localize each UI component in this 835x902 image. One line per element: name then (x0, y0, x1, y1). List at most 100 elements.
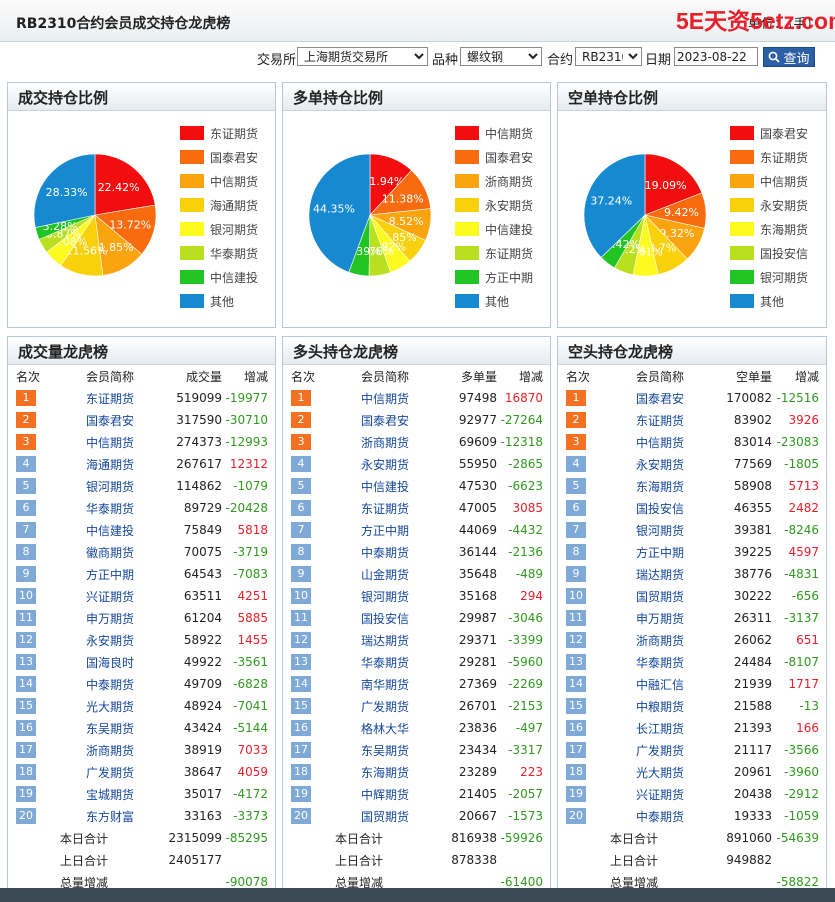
member-link[interactable]: 方正中期 (610, 541, 710, 563)
member-link[interactable]: 申万期货 (610, 607, 710, 629)
table-row: 16 东吴期货 43424 -5144 (8, 717, 275, 739)
member-link[interactable]: 华泰期货 (335, 651, 435, 673)
member-link[interactable]: 国贸期货 (610, 585, 710, 607)
member-link[interactable]: 中泰期货 (60, 673, 160, 695)
rank-badge: 12 (16, 632, 36, 648)
table-row: 9 瑞达期货 38776 -4831 (558, 563, 826, 585)
member-link[interactable]: 浙商期货 (60, 739, 160, 761)
table-row: 19 宝城期货 35017 -4172 (8, 783, 275, 805)
member-link[interactable]: 东海期货 (610, 475, 710, 497)
member-link[interactable]: 国泰君安 (60, 409, 160, 431)
member-link[interactable]: 光大期货 (610, 761, 710, 783)
member-link[interactable]: 瑞达期货 (335, 629, 435, 651)
member-link[interactable]: 永安期货 (60, 629, 160, 651)
member-link[interactable]: 方正中期 (335, 519, 435, 541)
amount-cell: 21405 (458, 787, 497, 801)
legend-item: 中信期货 (455, 121, 533, 145)
exchange-select[interactable]: 上海期货交易所 (297, 47, 428, 66)
member-link[interactable]: 申万期货 (60, 607, 160, 629)
variety-select[interactable]: 螺纹钢 (460, 47, 542, 66)
member-link[interactable]: 浙商期货 (610, 629, 710, 651)
member-link[interactable]: 中信建投 (335, 475, 435, 497)
summary-label: 本日合计 (609, 831, 658, 846)
member-link[interactable]: 中信期货 (60, 431, 160, 453)
rank-badge: 18 (566, 764, 586, 780)
member-link[interactable]: 国贸期货 (335, 805, 435, 827)
member-link[interactable]: 徽商期货 (60, 541, 160, 563)
member-link[interactable]: 浙商期货 (335, 431, 435, 453)
member-link[interactable]: 华泰期货 (610, 651, 710, 673)
change-cell: -3317 (508, 743, 543, 757)
table-row: 14 南华期货 27369 -2269 (283, 673, 550, 695)
member-link[interactable]: 国投安信 (610, 497, 710, 519)
rank-badge: 4 (566, 456, 586, 472)
member-link[interactable]: 东方财富 (60, 805, 160, 827)
member-link[interactable]: 海通期货 (60, 453, 160, 475)
member-link[interactable]: 瑞达期货 (610, 563, 710, 585)
member-link[interactable]: 中信建投 (60, 519, 160, 541)
change-cell: 5885 (237, 611, 268, 625)
legend-item: 海通期货 (180, 193, 258, 217)
table-row: 20 国贸期货 20667 -1573 (283, 805, 550, 827)
member-link[interactable]: 中信期货 (335, 387, 435, 409)
member-link[interactable]: 国投安信 (335, 607, 435, 629)
rank-cell: 16 (8, 717, 60, 739)
member-link[interactable]: 永安期货 (610, 453, 710, 475)
amount-cell: 26701 (458, 699, 497, 713)
member-link[interactable]: 国泰君安 (335, 409, 435, 431)
member-link[interactable]: 中辉期货 (335, 783, 435, 805)
summary-row: 上日合计 2405177 (8, 849, 275, 871)
member-link[interactable]: 中信期货 (610, 431, 710, 453)
member-link[interactable]: 国泰君安 (610, 387, 710, 409)
member-link[interactable]: 东吴期货 (60, 717, 160, 739)
panel-title: 多单持仓比例 (283, 83, 550, 111)
member-link[interactable]: 华泰期货 (60, 497, 160, 519)
change-cell: -656 (791, 589, 819, 603)
member-link[interactable]: 光大期货 (60, 695, 160, 717)
change-cell: -2269 (508, 677, 543, 691)
change-cell: -3960 (784, 765, 819, 779)
amount-cell: 38919 (183, 743, 222, 757)
member-link[interactable]: 银河期货 (60, 475, 160, 497)
member-link[interactable]: 广发期货 (60, 761, 160, 783)
legend-item: 东海期货 (730, 217, 808, 241)
contract-select[interactable]: RB2310 (575, 47, 642, 66)
member-link[interactable]: 南华期货 (335, 673, 435, 695)
member-link[interactable]: 东吴期货 (335, 739, 435, 761)
rank-badge: 9 (566, 566, 586, 582)
summary-row: 本日合计 816938 -59926 (283, 827, 550, 849)
change-cell: -3719 (233, 545, 268, 559)
member-link[interactable]: 格林大华 (335, 717, 435, 739)
member-link[interactable]: 宝城期货 (60, 783, 160, 805)
member-link[interactable]: 中泰期货 (610, 805, 710, 827)
member-link[interactable]: 东证期货 (610, 409, 710, 431)
legend-item: 其他 (455, 289, 533, 313)
member-link[interactable]: 中泰期货 (335, 541, 435, 563)
member-link[interactable]: 广发期货 (610, 739, 710, 761)
member-link[interactable]: 方正中期 (60, 563, 160, 585)
member-link[interactable]: 东证期货 (335, 497, 435, 519)
member-link[interactable]: 银河期货 (335, 585, 435, 607)
member-link[interactable]: 永安期货 (335, 453, 435, 475)
rank-badge: 16 (291, 720, 311, 736)
legend-swatch (730, 174, 754, 188)
member-link[interactable]: 长江期货 (610, 717, 710, 739)
member-link[interactable]: 中粮期货 (610, 695, 710, 717)
change-cell: -1079 (233, 479, 268, 493)
member-link[interactable]: 广发期货 (335, 695, 435, 717)
member-link[interactable]: 兴证期货 (610, 783, 710, 805)
member-link[interactable]: 银河期货 (610, 519, 710, 541)
rank-badge: 7 (291, 522, 311, 538)
date-input[interactable] (674, 47, 758, 66)
rank-table-long: 名次 会员简称 多单量 增减 1 中信期货 97498 16870 2 国泰君安 92977 -272… (283, 365, 550, 893)
member-link[interactable]: 东证期货 (60, 387, 160, 409)
rank-badge: 5 (16, 478, 36, 494)
member-link[interactable]: 东海期货 (335, 761, 435, 783)
member-link[interactable]: 中融汇信 (610, 673, 710, 695)
member-link[interactable]: 山金期货 (335, 563, 435, 585)
rank-cell: 7 (283, 519, 335, 541)
member-link[interactable]: 国海良时 (60, 651, 160, 673)
member-link[interactable]: 兴证期货 (60, 585, 160, 607)
query-button[interactable]: 查询 (763, 47, 815, 67)
rank-badge: 6 (291, 500, 311, 516)
